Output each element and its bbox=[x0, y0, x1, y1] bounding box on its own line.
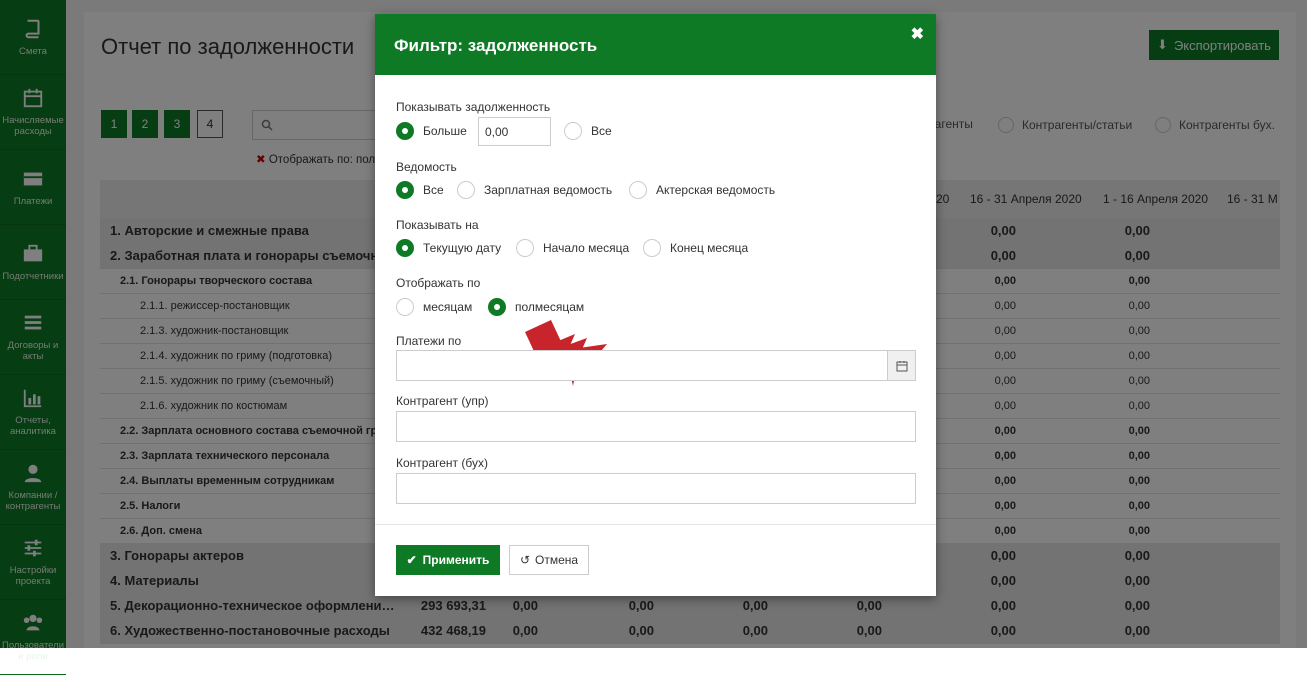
display-by-label: Отображать по bbox=[396, 276, 481, 290]
debt-amount-input[interactable]: 0,00 bbox=[478, 117, 551, 146]
sheet-all-option[interactable]: Все bbox=[396, 181, 444, 199]
undo-icon: ↺ bbox=[519, 553, 530, 567]
modal-header: Фильтр: задолженность ✖ bbox=[375, 14, 936, 75]
sheet-actors-option[interactable]: Актерская ведомость bbox=[629, 181, 775, 199]
counterparty-acc-label: Контрагент (бух) bbox=[396, 456, 488, 470]
option-label: Зарплатная ведомость bbox=[484, 183, 613, 197]
show-on-current-option[interactable]: Текущую дату bbox=[396, 239, 501, 257]
option-label: Текущую дату bbox=[423, 241, 502, 255]
cancel-label: Отмена bbox=[535, 553, 579, 567]
modal-divider bbox=[375, 524, 936, 525]
payments-date-input[interactable] bbox=[396, 350, 916, 381]
counterparty-mgmt-input[interactable] bbox=[396, 411, 916, 442]
option-label: Все bbox=[591, 124, 612, 138]
calendar-icon[interactable] bbox=[887, 351, 915, 380]
radio-button[interactable] bbox=[396, 181, 414, 199]
sheet-label: Ведомость bbox=[396, 160, 457, 174]
display-half-months-option[interactable]: полмесяцам bbox=[488, 298, 584, 316]
show-on-month-start-option[interactable]: Начало месяца bbox=[516, 239, 629, 257]
radio-button[interactable] bbox=[564, 122, 582, 140]
radio-button[interactable] bbox=[396, 298, 414, 316]
radio-button[interactable] bbox=[488, 298, 506, 316]
option-label: Все bbox=[423, 183, 444, 197]
apply-button[interactable]: ✔ Применить bbox=[396, 545, 500, 575]
debt-label: Показывать задолженность bbox=[396, 100, 551, 114]
payments-by-label: Платежи по bbox=[396, 334, 462, 348]
radio-button[interactable] bbox=[396, 122, 414, 140]
radio-button[interactable] bbox=[629, 181, 647, 199]
counterparty-acc-input[interactable] bbox=[396, 473, 916, 504]
apply-label: Применить bbox=[422, 553, 490, 567]
cancel-button[interactable]: ↺ Отмена bbox=[509, 545, 589, 575]
radio-button[interactable] bbox=[643, 239, 661, 257]
show-on-month-end-option[interactable]: Конец месяца bbox=[643, 239, 748, 257]
option-label: полмесяцам bbox=[515, 300, 585, 314]
radio-button[interactable] bbox=[516, 239, 534, 257]
debt-all-option[interactable]: Все bbox=[564, 122, 612, 140]
sheet-salary-option[interactable]: Зарплатная ведомость bbox=[457, 181, 612, 199]
show-on-label: Показывать на bbox=[396, 218, 479, 232]
filter-modal: Фильтр: задолженность ✖ Показывать задол… bbox=[375, 14, 936, 596]
option-label: Больше bbox=[423, 124, 467, 138]
option-label: Актерская ведомость bbox=[656, 183, 776, 197]
option-label: Конец месяца bbox=[670, 241, 749, 255]
radio-button[interactable] bbox=[457, 181, 475, 199]
display-months-option[interactable]: месяцам bbox=[396, 298, 472, 316]
debt-more-option[interactable]: Больше bbox=[396, 122, 467, 140]
option-label: месяцам bbox=[423, 300, 473, 314]
counterparty-mgmt-label: Контрагент (упр) bbox=[396, 394, 489, 408]
option-label: Начало месяца bbox=[543, 241, 630, 255]
radio-button[interactable] bbox=[396, 239, 414, 257]
modal-title: Фильтр: задолженность bbox=[394, 36, 598, 55]
check-icon: ✔ bbox=[406, 553, 417, 567]
close-icon[interactable]: ✖ bbox=[911, 24, 924, 44]
